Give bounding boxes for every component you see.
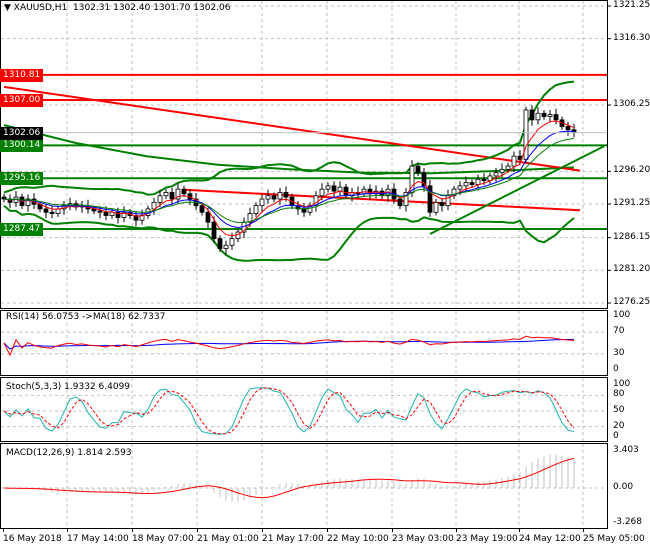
- candle-body: [259, 198, 265, 207]
- candle-body: [457, 185, 463, 190]
- price-level-tag: 1287.47: [0, 222, 43, 236]
- candle-body: [439, 201, 445, 207]
- candle-body: [97, 210, 103, 213]
- candle-body: [463, 182, 469, 187]
- candle-body: [223, 244, 229, 249]
- candle-body: [481, 178, 487, 181]
- price-tick-label: 1276.25: [613, 297, 650, 307]
- candle-body: [469, 182, 475, 185]
- price-tick-label: 1296.20: [613, 165, 650, 176]
- candle-body: [529, 109, 535, 121]
- candle-body: [271, 195, 277, 200]
- candle-body: [505, 165, 511, 170]
- rsi-tick-label: 0: [613, 364, 619, 374]
- candle-body: [43, 208, 49, 213]
- rsi-tick-label: 100: [613, 310, 631, 320]
- candle-body: [205, 211, 211, 223]
- candle-body: [475, 178, 481, 185]
- price-tick-label: 1321.25: [613, 0, 650, 10]
- candle-body: [553, 114, 559, 121]
- stoch-tick-label: 0: [613, 431, 619, 441]
- candle-body: [319, 188, 325, 197]
- time-tick-label: 18 May 07:00: [132, 534, 194, 544]
- rsi-tick-label: 70: [613, 326, 625, 337]
- stoch-tick-label: 80: [613, 389, 625, 400]
- price-tick-label: 1286.15: [613, 231, 650, 242]
- stoch-tick-label: 50: [613, 405, 625, 415]
- stoch-title: Stoch(5,3,3) 1.9332 6.4099: [6, 382, 131, 392]
- candle-body: [91, 208, 97, 212]
- candle-body: [277, 192, 283, 200]
- time-tick-label: 16 May 2018: [3, 534, 62, 544]
- stoch-tick-label: 20: [613, 420, 625, 431]
- candle-body: [535, 112, 541, 121]
- macd-title: MACD(12,26,9) 1.814 2.593: [6, 448, 132, 458]
- price-level-tag: 1300.14: [0, 139, 43, 153]
- candle-body: [433, 201, 439, 213]
- time-tick-label: 23 May 19:00: [456, 534, 518, 544]
- candle-body: [337, 186, 343, 192]
- rsi-tick-label: 30: [613, 347, 625, 358]
- candle-body: [151, 201, 157, 210]
- macd-tick-label: 0.00: [613, 482, 634, 492]
- stoch-tick-label: 100: [613, 379, 631, 389]
- candle-body: [169, 192, 175, 200]
- candle-body: [199, 205, 205, 213]
- current-price-tag: 1302.06: [0, 126, 43, 140]
- main-panel: [0, 0, 608, 309]
- candle-body: [283, 192, 289, 198]
- chart-canvas[interactable]: [0, 0, 650, 550]
- candle-body: [343, 186, 349, 197]
- candle-body: [397, 198, 403, 207]
- candle-body: [49, 211, 55, 214]
- candle-body: [325, 185, 331, 190]
- candle-body: [211, 221, 217, 240]
- candle-body: [181, 188, 187, 195]
- price-tick-label: 1281.20: [613, 264, 650, 275]
- candle-body: [493, 172, 499, 177]
- price-tick-label: 1306.25: [613, 99, 650, 109]
- candle-body: [103, 211, 109, 216]
- time-tick-label: 17 May 14:00: [67, 534, 129, 544]
- price-level-tag: 1307.00: [0, 94, 43, 108]
- candle-body: [331, 185, 337, 192]
- candle-body: [301, 208, 307, 213]
- price-level-tag: 1295.16: [0, 172, 43, 186]
- time-tick-label: 21 May 01:00: [197, 534, 259, 544]
- time-tick-label: 25 May 05:00: [583, 534, 645, 544]
- time-tick-label: 24 May 12:00: [519, 534, 581, 544]
- candle-body: [547, 114, 553, 117]
- candle-body: [157, 195, 163, 203]
- rsi-title: RSI(14) 56.0753 ->MA(18) 62.7337: [6, 312, 166, 322]
- candle-body: [367, 188, 373, 195]
- candle-body: [253, 205, 259, 214]
- price-level-tag: 1310.81: [0, 68, 43, 82]
- candle-body: [499, 168, 505, 174]
- ohlc-readout: 1302.31 1302.40 1301.70 1302.06: [73, 3, 231, 13]
- candle-body: [511, 155, 517, 167]
- time-tick-label: 21 May 17:00: [262, 534, 324, 544]
- candle-body: [55, 208, 61, 214]
- chart-title: ▼ XAUUSD,H1 1302.31 1302.40 1301.70 1302…: [4, 3, 230, 13]
- time-tick-label: 22 May 10:00: [327, 534, 389, 544]
- candle-body: [541, 112, 547, 117]
- price-tick-label: 1291.25: [613, 198, 650, 208]
- candle-body: [265, 195, 271, 200]
- macd-tick-label: -3.268: [613, 517, 643, 528]
- macd-tick-label: 3.403: [613, 445, 639, 456]
- dropdown-arrow-icon[interactable]: ▼: [4, 3, 11, 13]
- candle-body: [565, 126, 571, 131]
- candle-body: [415, 165, 421, 174]
- candle-body: [163, 192, 169, 197]
- price-tick-label: 1316.30: [613, 32, 650, 43]
- candle-body: [217, 238, 223, 249]
- symbol-label: XAUUSD,H1: [13, 3, 68, 13]
- time-tick-label: 23 May 03:00: [392, 534, 454, 544]
- candle-body: [229, 238, 235, 246]
